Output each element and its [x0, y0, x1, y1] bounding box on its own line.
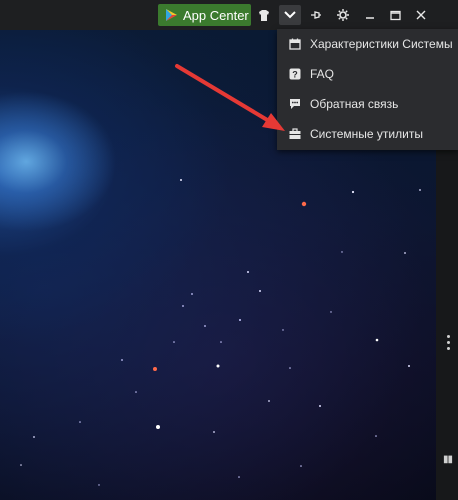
star	[404, 252, 406, 254]
star	[79, 421, 81, 423]
menu-item-feedback[interactable]: Обратная связь	[277, 89, 458, 119]
menu-item-label: FAQ	[310, 67, 335, 81]
star	[375, 435, 377, 437]
play-store-icon	[166, 9, 177, 21]
app-center-button[interactable]: App Center	[158, 4, 251, 26]
dropdown-menu: Характеристики Системы ? FAQ Обратная св…	[277, 29, 458, 150]
more-options-icon[interactable]	[447, 335, 450, 350]
star	[213, 431, 215, 433]
star	[341, 251, 343, 253]
menu-item-faq[interactable]: ? FAQ	[277, 59, 458, 89]
star	[180, 179, 182, 181]
theme-icon[interactable]	[253, 5, 275, 25]
star	[351, 190, 355, 194]
star	[259, 290, 261, 292]
star	[33, 436, 35, 438]
menu-item-label: Обратная связь	[310, 97, 399, 111]
star	[98, 484, 100, 486]
star	[375, 338, 379, 342]
star	[238, 476, 240, 478]
star	[220, 341, 222, 343]
star	[121, 359, 123, 361]
star	[216, 364, 220, 368]
chevron-down-icon[interactable]	[279, 5, 301, 25]
star	[204, 325, 206, 327]
star	[20, 464, 22, 466]
star	[301, 201, 307, 207]
close-icon[interactable]	[410, 5, 432, 25]
menu-item-system-specs[interactable]: Характеристики Системы	[277, 29, 458, 59]
star	[419, 189, 421, 191]
maximize-icon[interactable]	[384, 5, 406, 25]
star	[156, 425, 160, 429]
star	[282, 329, 284, 331]
star	[182, 305, 184, 307]
toolbox-icon	[288, 127, 302, 141]
chat-icon	[288, 97, 302, 111]
side-indicator-icon[interactable]: ▮▮	[443, 454, 453, 465]
question-icon: ?	[288, 67, 302, 81]
star	[191, 293, 193, 295]
star	[173, 341, 175, 343]
star	[239, 319, 241, 321]
star	[330, 311, 332, 313]
pin-icon[interactable]	[305, 5, 327, 25]
title-bar: App Center	[0, 0, 458, 30]
star	[408, 365, 410, 367]
app-center-label: App Center	[183, 7, 249, 23]
menu-item-system-utilities[interactable]: Системные утилиты	[277, 119, 458, 149]
gear-icon[interactable]	[332, 5, 354, 25]
svg-text:?: ?	[292, 70, 298, 80]
star	[247, 271, 249, 273]
star	[135, 391, 137, 393]
star	[268, 400, 270, 402]
star	[289, 367, 291, 369]
star	[300, 465, 302, 467]
menu-item-label: Системные утилиты	[310, 127, 423, 141]
star	[153, 367, 157, 371]
star	[319, 405, 321, 407]
menu-item-label: Характеристики Системы	[310, 37, 453, 51]
calendar-icon	[288, 37, 302, 51]
minimize-icon[interactable]	[359, 5, 381, 25]
